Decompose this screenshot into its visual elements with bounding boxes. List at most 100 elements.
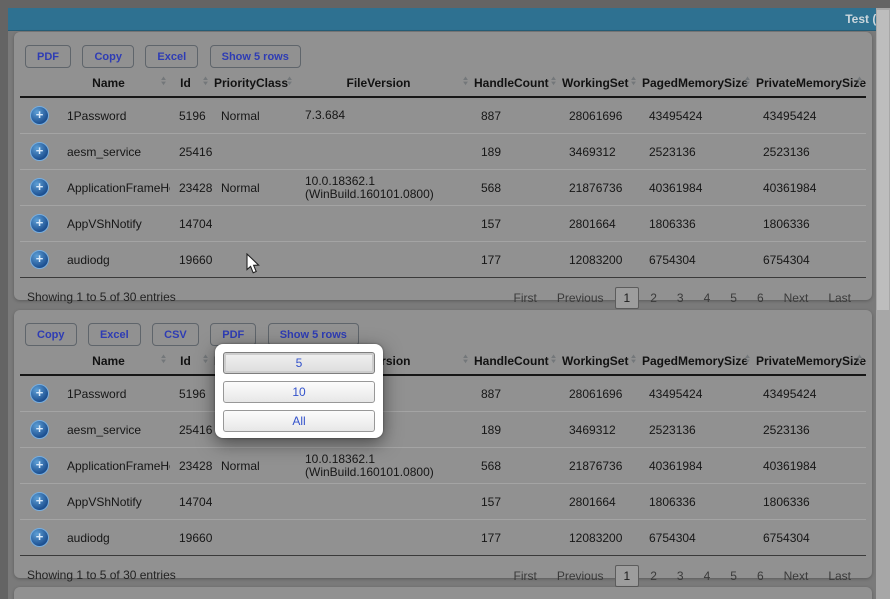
pagination-page-2[interactable]: 2 xyxy=(641,288,666,308)
cell-id: 25416 xyxy=(170,412,212,448)
expand-row-button[interactable]: + xyxy=(30,420,49,439)
cell-fileVersion xyxy=(296,206,472,242)
cell-paged: 43495424 xyxy=(640,375,754,412)
scrollbar xyxy=(876,8,890,599)
cell-name: aesm_service xyxy=(58,412,170,448)
toolbar-2: Copy Excel CSV PDF Show 5 rows xyxy=(14,310,872,350)
column-header-privatememorysize[interactable]: PrivateMemorySize▲▼ xyxy=(754,350,866,375)
expand-row-button[interactable]: + xyxy=(30,250,49,269)
page-length-option-10[interactable]: 10 xyxy=(223,381,375,403)
column-label: HandleCount xyxy=(474,354,549,368)
pagination-page-6[interactable]: 6 xyxy=(748,566,773,586)
expand-cell: + xyxy=(20,170,58,206)
column-header-name[interactable]: Name▲▼ xyxy=(58,350,170,375)
expand-row-button[interactable]: + xyxy=(30,528,49,547)
pagination-first[interactable]: First xyxy=(504,288,545,308)
expand-row-button[interactable]: + xyxy=(30,214,49,233)
column-header-pagedmemorysize[interactable]: PagedMemorySize▲▼ xyxy=(640,72,754,97)
copy-button[interactable]: Copy xyxy=(25,323,77,346)
column-header-id[interactable]: Id▲▼ xyxy=(170,72,212,97)
expand-row-button[interactable]: + xyxy=(30,492,49,511)
excel-button[interactable]: Excel xyxy=(88,323,141,346)
show-rows-button[interactable]: Show 5 rows xyxy=(210,45,301,68)
window-chrome-left xyxy=(0,0,8,599)
cell-workingSet: 2801664 xyxy=(560,206,640,242)
pagination-page-5[interactable]: 5 xyxy=(721,288,746,308)
column-header-handlecount[interactable]: HandleCount▲▼ xyxy=(472,72,560,97)
pagination-page-3[interactable]: 3 xyxy=(668,288,693,308)
table-footer-1: Showing 1 to 5 of 30 entries FirstPrevio… xyxy=(14,278,872,309)
pagination-page-4[interactable]: 4 xyxy=(695,566,720,586)
toolbar-3 xyxy=(14,587,872,599)
sort-arrows-icon: ▲▼ xyxy=(159,77,168,87)
cell-priority: Normal xyxy=(212,448,296,484)
process-table-1: Name▲▼Id▲▼PriorityClass▲▼FileVersion▲▼Ha… xyxy=(20,72,866,278)
column-header-pagedmemorysize[interactable]: PagedMemorySize▲▼ xyxy=(640,350,754,375)
pagination-2: FirstPrevious123456NextLast xyxy=(502,565,860,587)
pagination-page-1[interactable]: 1 xyxy=(615,287,640,309)
pagination-previous[interactable]: Previous xyxy=(548,566,613,586)
expand-cell: + xyxy=(20,484,58,520)
column-header-fileversion[interactable]: FileVersion▲▼ xyxy=(296,72,472,97)
pagination-first[interactable]: First xyxy=(504,566,545,586)
pagination-page-5[interactable]: 5 xyxy=(721,566,746,586)
column-label: WorkingSet xyxy=(562,354,628,368)
pagination-1: FirstPrevious123456NextLast xyxy=(502,287,860,309)
pdf-button[interactable]: PDF xyxy=(25,45,71,68)
column-label: PrivateMemorySize xyxy=(756,354,866,368)
scrollbar-thumb[interactable] xyxy=(877,10,889,310)
grid-card-1: PDF Copy Excel Show 5 rows Name▲▼Id▲▼Pri… xyxy=(14,32,872,300)
page-length-option-5[interactable]: 5 xyxy=(223,352,375,374)
column-header-name[interactable]: Name▲▼ xyxy=(58,72,170,97)
window-chrome-top xyxy=(0,0,890,8)
expand-cell: + xyxy=(20,520,58,556)
table-row: +aesm_service254161893469312252313625231… xyxy=(20,412,866,448)
cell-workingSet: 28061696 xyxy=(560,375,640,412)
table-footer-2: Showing 1 to 5 of 30 entries FirstPrevio… xyxy=(14,556,872,587)
pagination-previous[interactable]: Previous xyxy=(548,288,613,308)
expand-cell: + xyxy=(20,375,58,412)
cell-id: 14704 xyxy=(170,206,212,242)
expand-row-button[interactable]: + xyxy=(30,142,49,161)
page-length-option-all[interactable]: All xyxy=(223,410,375,432)
pagination-page-6[interactable]: 6 xyxy=(748,288,773,308)
pagination-page-3[interactable]: 3 xyxy=(668,566,693,586)
cell-handles: 177 xyxy=(472,242,560,278)
cell-private: 40361984 xyxy=(754,170,866,206)
cell-name: audiodg xyxy=(58,242,170,278)
csv-button[interactable]: CSV xyxy=(152,323,199,346)
pagination-last[interactable]: Last xyxy=(819,288,860,308)
pagination-next[interactable]: Next xyxy=(775,566,818,586)
cell-priority: Normal xyxy=(212,97,296,134)
pdf-button[interactable]: PDF xyxy=(210,323,256,346)
cell-private: 2523136 xyxy=(754,412,866,448)
pagination-page-2[interactable]: 2 xyxy=(641,566,666,586)
showing-entries-label: Showing 1 to 5 of 30 entries xyxy=(27,565,176,582)
column-label: PagedMemorySize xyxy=(642,354,748,368)
column-header-workingset[interactable]: WorkingSet▲▼ xyxy=(560,72,640,97)
expand-column-header xyxy=(20,72,58,97)
pagination-page-1[interactable]: 1 xyxy=(615,565,640,587)
column-header-priorityclass[interactable]: PriorityClass▲▼ xyxy=(212,72,296,97)
column-header-privatememorysize[interactable]: PrivateMemorySize▲▼ xyxy=(754,72,866,97)
cell-handles: 887 xyxy=(472,97,560,134)
column-header-workingset[interactable]: WorkingSet▲▼ xyxy=(560,350,640,375)
excel-button[interactable]: Excel xyxy=(145,45,198,68)
column-header-id[interactable]: Id▲▼ xyxy=(170,350,212,375)
cell-fileVersion: 10.0.18362.1 (WinBuild.160101.0800) xyxy=(296,170,472,206)
cell-handles: 157 xyxy=(472,484,560,520)
expand-row-button[interactable]: + xyxy=(30,384,49,403)
sort-arrows-icon: ▲▼ xyxy=(855,77,864,87)
copy-button[interactable]: Copy xyxy=(82,45,134,68)
cell-name: 1Password xyxy=(58,97,170,134)
column-header-handlecount[interactable]: HandleCount▲▼ xyxy=(472,350,560,375)
show-rows-button[interactable]: Show 5 rows xyxy=(268,323,359,346)
expand-row-button[interactable]: + xyxy=(30,178,49,197)
pagination-last[interactable]: Last xyxy=(819,566,860,586)
cell-id: 5196 xyxy=(170,375,212,412)
pagination-next[interactable]: Next xyxy=(775,288,818,308)
expand-row-button[interactable]: + xyxy=(30,106,49,125)
pagination-page-4[interactable]: 4 xyxy=(695,288,720,308)
sort-arrows-icon: ▲▼ xyxy=(201,355,210,365)
expand-row-button[interactable]: + xyxy=(30,456,49,475)
